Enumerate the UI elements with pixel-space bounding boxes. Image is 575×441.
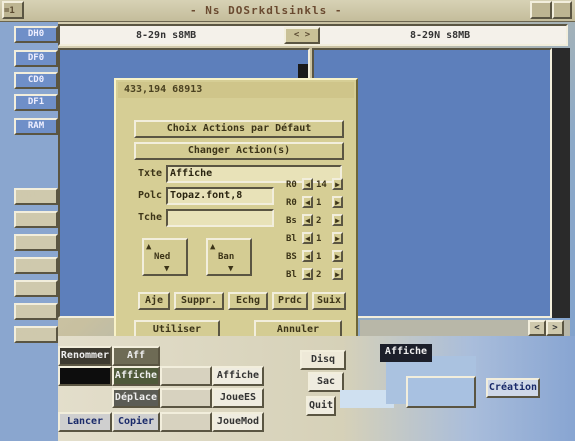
counter-value: 1	[316, 252, 322, 262]
counter-value: 2	[316, 216, 322, 226]
increment-arrow[interactable]: ▶	[332, 214, 343, 226]
right-scrollbar[interactable]	[552, 48, 570, 318]
counter-column: R0 ◀ 14 ▶ R0 ◀ 1 ▶ Bs ◀ 2 ▶ Bl ◀ 1 ▶ BS …	[286, 178, 348, 288]
blank-button-a[interactable]	[160, 366, 212, 386]
counter-row-label: R0	[286, 198, 297, 208]
delete-button[interactable]: Suppr.	[174, 292, 224, 310]
counter-row-label: R0	[286, 180, 297, 190]
perso-button[interactable]: Perso	[14, 280, 58, 297]
default-actions-button[interactable]: Choix Actions par Défaut	[134, 120, 344, 138]
disk-button[interactable]: Disq	[300, 350, 346, 370]
device-button-dh0[interactable]: DH0	[14, 26, 58, 43]
decrement-arrow[interactable]: ◀	[302, 232, 313, 244]
left-panel: DH0 DF0 CD0 DF1 RAM Menu Fonts Dev Ref P…	[0, 22, 58, 441]
path-arrows-button[interactable]: < >	[284, 27, 320, 44]
device-button-cd0[interactable]: CD0	[14, 72, 58, 89]
increment-arrow[interactable]: ▶	[332, 178, 343, 190]
blank-button-c[interactable]	[160, 412, 212, 432]
blank-button-b[interactable]	[160, 388, 212, 408]
triangle-up-icon: ▲	[210, 242, 216, 252]
decrement-arrow[interactable]: ◀	[302, 214, 313, 226]
counter-row-label: Bs	[286, 216, 297, 226]
path-bar: 8-29n s8MB < > 8-29N s8MB	[58, 24, 568, 46]
increment-arrow[interactable]: ▶	[332, 196, 343, 208]
cycle-button-2[interactable]: ▲ Ban ▼	[206, 238, 252, 276]
decrement-arrow[interactable]: ◀	[302, 268, 313, 280]
touche-label: Tche	[138, 212, 163, 223]
sac-button[interactable]: Sac	[308, 372, 344, 392]
launch-button[interactable]: Lancer	[58, 412, 112, 432]
texte-label: Txte	[138, 168, 163, 179]
floating-window[interactable]	[406, 376, 476, 408]
dialog-title[interactable]: 433,194 68913	[118, 82, 354, 98]
quit-button[interactable]: Quit	[306, 396, 336, 416]
create-button[interactable]: Création	[486, 378, 540, 398]
affiche-button-2[interactable]: Affiche	[212, 366, 264, 386]
affiche-tooltip: Affiche	[380, 344, 432, 362]
decrement-arrow[interactable]: ◀	[302, 178, 313, 190]
police-label: Polc	[138, 190, 163, 201]
scroll-right-arrow[interactable]: >	[546, 320, 564, 336]
counter-value: 1	[316, 234, 322, 244]
triangle-down-icon: ▼	[164, 264, 170, 274]
increment-arrow[interactable]: ▶	[332, 268, 343, 280]
play-button[interactable]: JoueES	[212, 388, 264, 408]
cycle-label-1: Ned	[154, 252, 171, 262]
counter-row-label: Bl	[286, 234, 297, 244]
close-gadget-label: =1	[4, 6, 15, 16]
device-button-df0[interactable]: DF0	[14, 50, 58, 67]
actions-dialog: 433,194 68913 Choix Actions par Défaut C…	[114, 78, 358, 349]
swap-button[interactable]: Echg	[228, 292, 268, 310]
right-path[interactable]: 8-29N s8MB	[410, 28, 470, 44]
decrement-arrow[interactable]: ◀	[302, 196, 313, 208]
cycle-button-1[interactable]: ▲ Ned ▼	[142, 238, 188, 276]
rename-button[interactable]: Renommer	[58, 346, 112, 366]
affiche-button[interactable]: Affiche	[112, 366, 160, 386]
change-actions-button[interactable]: Changer Action(s)	[134, 142, 344, 160]
counter-value: 1	[316, 198, 322, 208]
increment-arrow[interactable]: ▶	[332, 250, 343, 262]
window-title: - Ns DOSrkdlsinkls -	[190, 4, 343, 17]
previous-button[interactable]: Prdc	[272, 292, 308, 310]
scroll-left-arrow[interactable]: <	[528, 320, 546, 336]
device-button-df1[interactable]: DF1	[14, 94, 58, 111]
cycle-label-2: Ban	[218, 252, 235, 262]
device-button-ram[interactable]: RAM	[14, 118, 58, 135]
beeh-button[interactable]: Beeh	[14, 326, 58, 343]
triangle-down-icon: ▼	[228, 264, 234, 274]
counter-row-label: Bl	[286, 270, 297, 280]
zoom-gadget[interactable]	[552, 1, 572, 19]
police-field[interactable]: Topaz.font,8	[166, 187, 274, 205]
fonts-button[interactable]: Fonts	[14, 211, 58, 228]
counter-value: 2	[316, 270, 322, 280]
counter-value: 14	[316, 180, 327, 190]
add-button[interactable]: Aje	[138, 292, 170, 310]
depth-gadget[interactable]	[530, 1, 552, 19]
menu-button[interactable]: Menu	[14, 188, 58, 205]
close-gadget[interactable]: =1	[2, 1, 24, 19]
triangle-up-icon: ▲	[146, 242, 152, 252]
increment-arrow[interactable]: ▶	[332, 232, 343, 244]
play-mod-button[interactable]: JoueMod	[212, 412, 264, 432]
window-title-bar[interactable]: =1 - Ns DOSrkdlsinkls -	[0, 0, 575, 22]
left-path[interactable]: 8-29n s8MB	[136, 28, 196, 44]
copy-button[interactable]: Copier	[112, 412, 160, 432]
counter-row-label: BS	[286, 252, 297, 262]
decrement-arrow[interactable]: ◀	[302, 250, 313, 262]
aff-button[interactable]: Aff	[112, 346, 160, 366]
ref-button[interactable]: Ref	[14, 257, 58, 274]
next-button[interactable]: Suix	[312, 292, 346, 310]
dev-button[interactable]: Dev	[14, 234, 58, 251]
frente-button[interactable]: Frente	[14, 303, 58, 320]
black-button[interactable]	[58, 366, 112, 386]
move-button[interactable]: Déplace	[112, 388, 160, 408]
touche-field[interactable]	[166, 209, 274, 227]
